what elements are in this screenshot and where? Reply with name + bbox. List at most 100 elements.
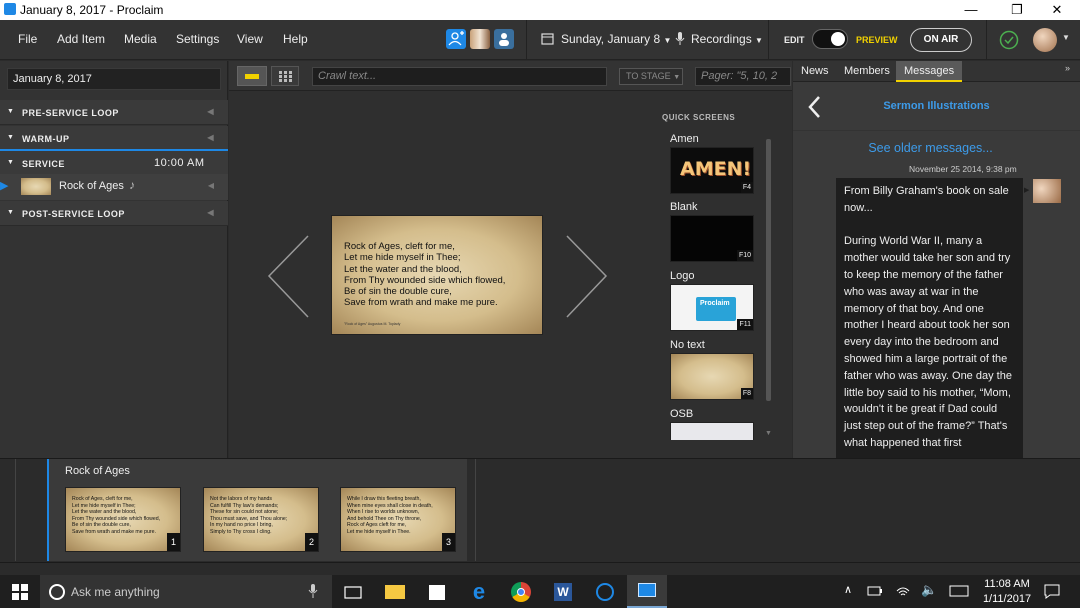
menu-add-item[interactable]: Add Item	[57, 32, 105, 46]
slide-lyric-line: Rock of Ages, cleft for me,	[344, 241, 455, 252]
current-slide-preview[interactable]: Rock of Ages, cleft for me, Let me hide m…	[331, 215, 543, 335]
quick-screen-amen[interactable]: AMEN! F4	[670, 147, 754, 194]
keyboard-icon[interactable]	[949, 585, 969, 597]
slide-thumbnail-text: Not the labors of my hands Can fulfill Th…	[210, 496, 287, 535]
tab-members[interactable]: Members	[844, 65, 890, 77]
word-icon[interactable]: W	[550, 579, 576, 605]
windows-start-icon[interactable]	[12, 584, 28, 600]
on-air-button[interactable]: ON AIR	[910, 28, 972, 52]
arrow-left-icon: ◀	[207, 107, 214, 116]
slide-caption: "Rock of Ages" Augustus M. Toplady	[344, 322, 401, 326]
collapse-triangle-icon: ▼	[7, 108, 15, 115]
battery-icon[interactable]	[867, 585, 883, 597]
slide-lyric-line: Be of sin the double cure,	[344, 286, 452, 298]
bubble-pointer-icon: ▶	[1024, 187, 1030, 194]
section-post-service-loop[interactable]: ▼ POST-SERVICE LOOP ◀	[0, 201, 228, 226]
check-circle-icon[interactable]	[999, 30, 1019, 55]
message-bubble: From Billy Graham's book on sale now... …	[836, 178, 1023, 458]
chrome-icon[interactable]	[508, 579, 534, 605]
windows-taskbar: Ask me anything e W ∧ 🔈 11:08 AM 1/11/20…	[0, 575, 1080, 608]
quick-screens-scrollbar[interactable]	[766, 139, 771, 401]
clock-time[interactable]: 11:08 AM	[982, 578, 1032, 590]
grid-view-button[interactable]	[271, 66, 299, 86]
action-center-icon[interactable]	[1043, 583, 1061, 599]
quick-screen-osb[interactable]	[670, 422, 754, 440]
quick-screen-logo[interactable]: Proclaim F11	[670, 284, 754, 331]
slide-thumbnail-3[interactable]: While I draw this fleeting breath, When m…	[340, 487, 456, 552]
quick-screen-label: Logo	[670, 270, 695, 282]
message-text: During World War II, many a mother would…	[844, 235, 1012, 449]
right-tabs: News Members Messages »	[793, 61, 1080, 82]
service-order-panel: January 8, 2017 ▼ PRE-SERVICE LOOP ◀ ▼ W…	[0, 61, 228, 458]
recordings-dropdown[interactable]: Recordings ▼	[691, 32, 763, 46]
quick-screen-no-text[interactable]: F8	[670, 353, 754, 400]
message-text: From Billy Graham's book on sale now...	[844, 185, 1009, 214]
arrow-left-icon: ◀	[207, 208, 214, 217]
arrow-left-icon: ◀	[207, 181, 214, 190]
slide-thumbnail-2[interactable]: Not the labors of my hands Can fulfill Th…	[203, 487, 319, 552]
menu-settings[interactable]: Settings	[176, 32, 219, 46]
see-older-messages-link[interactable]: See older messages...	[793, 141, 1068, 155]
menu-file[interactable]: File	[18, 32, 37, 46]
current-item-marker-icon: ▶	[0, 180, 9, 192]
menu-help[interactable]: Help	[283, 32, 308, 46]
messages-panel: News Members Messages » Sermon Illustrat…	[793, 61, 1080, 458]
tab-messages[interactable]: Messages	[896, 61, 963, 82]
minimize-button[interactable]: —	[948, 0, 994, 20]
horizontal-scrollbar[interactable]	[0, 562, 1080, 575]
conversation-topic: Sermon Illustrations	[883, 100, 990, 112]
music-note-icon: ♪	[129, 178, 135, 192]
service-date-field[interactable]: January 8, 2017	[7, 68, 221, 90]
chevron-down-icon: ▼	[755, 36, 763, 45]
preview-label: PREVIEW	[856, 35, 898, 45]
service-date-dropdown[interactable]: Sunday, January 8 ▼	[561, 32, 671, 46]
store-icon[interactable]	[424, 579, 450, 605]
slide-view-button[interactable]	[237, 66, 267, 86]
menu-media[interactable]: Media	[124, 32, 157, 46]
strip-item-title: Rock of Ages	[65, 465, 130, 477]
section-service[interactable]: ▼ SERVICE 10:00 AM	[0, 151, 228, 176]
service-item-rock-of-ages[interactable]: ▶ Rock of Ages ♪ ◀	[0, 174, 228, 200]
volume-icon[interactable]: 🔈	[921, 582, 937, 598]
next-slide-chevron-icon[interactable]	[564, 234, 609, 319]
task-view-icon[interactable]	[340, 579, 366, 605]
to-stage-button[interactable]: TO STAGE ▼	[619, 68, 683, 85]
show-hidden-icons-chevron-icon[interactable]: ∧	[844, 583, 852, 596]
microphone-icon[interactable]	[308, 583, 318, 599]
close-button[interactable]: ✕	[1034, 0, 1080, 20]
crawl-text-input[interactable]: Crawl text...	[312, 67, 607, 86]
pager-input[interactable]: Pager: "5, 10, 2	[695, 67, 791, 86]
file-explorer-icon[interactable]	[382, 579, 408, 605]
quick-screen-label: Amen	[670, 133, 699, 145]
cortana-search-box[interactable]: Ask me anything	[40, 575, 332, 608]
message-timestamp: November 25 2014, 9:38 pm	[909, 164, 1017, 174]
chevron-down-icon[interactable]: ▼	[1062, 33, 1070, 42]
section-pre-service-loop[interactable]: ▼ PRE-SERVICE LOOP ◀	[0, 100, 228, 125]
title-bar: January 8, 2017 - Proclaim — ❐ ✕	[0, 0, 1080, 20]
expand-panel-icon[interactable]: »	[1065, 63, 1070, 73]
slide-thumbnail-text: While I draw this fleeting breath, When m…	[347, 496, 433, 535]
menu-view[interactable]: View	[237, 32, 263, 46]
upload-app-icon[interactable]	[592, 579, 618, 605]
clock-date[interactable]: 1/11/2017	[980, 593, 1034, 605]
quick-screen-blank[interactable]: F10	[670, 215, 754, 262]
proclaim-taskbar-button[interactable]	[627, 575, 667, 608]
group-avatars[interactable]	[470, 29, 490, 49]
previous-slide-chevron-icon[interactable]	[266, 234, 311, 319]
scroll-down-icon[interactable]: ▼	[765, 430, 772, 437]
edit-preview-toggle[interactable]	[812, 29, 848, 49]
app-icon	[4, 3, 16, 15]
slide-strip: Rock of Ages Rock of Ages, cleft for me,…	[47, 459, 467, 561]
slide-lyric-line: Let the water and the blood,	[344, 263, 462, 275]
user-avatar[interactable]	[1033, 28, 1057, 52]
slide-strip-panel: ▼ Rock of Ages Rock of Ages, cleft for m…	[0, 458, 1080, 574]
sender-avatar	[1033, 179, 1061, 203]
slide-thumbnail-text: Rock of Ages, cleft for me, Let me hide m…	[72, 496, 160, 535]
add-member-icon[interactable]	[446, 29, 466, 49]
tab-news[interactable]: News	[801, 65, 829, 77]
slide-thumbnail-1[interactable]: Rock of Ages, cleft for me, Let me hide m…	[65, 487, 181, 552]
edge-browser-icon[interactable]: e	[466, 579, 492, 605]
section-warm-up[interactable]: ▼ WARM-UP ◀	[0, 126, 228, 151]
group-icon[interactable]	[494, 29, 514, 49]
wifi-icon[interactable]	[895, 583, 911, 599]
